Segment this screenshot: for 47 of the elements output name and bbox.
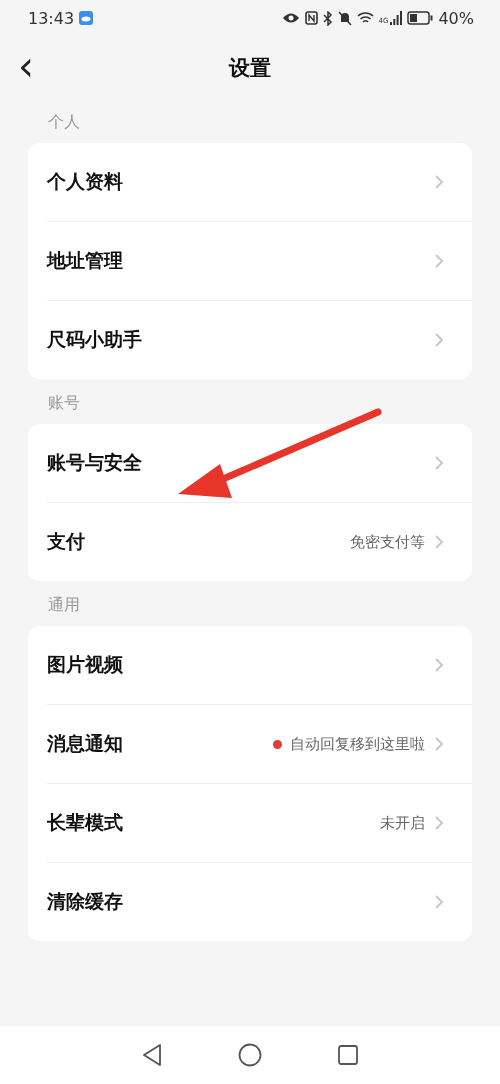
chevron-icon (435, 333, 444, 347)
settings-row[interactable]: 尺码小助手 (47, 301, 472, 379)
row-label: 消息通知 (47, 731, 124, 756)
row-label: 支付 (47, 529, 86, 554)
settings-row[interactable]: 消息通知 自动回复移到这里啦 (47, 705, 472, 784)
section-label: 个人 (48, 112, 80, 131)
settings-row[interactable]: 图片视频 (47, 626, 472, 705)
back-button[interactable]: ‹ (12, 48, 40, 84)
bluetooth-icon (322, 10, 333, 26)
section-label: 通用 (48, 595, 80, 614)
row-value: 未开启 (380, 813, 425, 833)
signal-icon (390, 11, 403, 25)
back-nav-button[interactable] (142, 1044, 162, 1066)
chevron-icon (435, 175, 444, 189)
chevron-icon (435, 535, 444, 549)
row-value: 自动回复移到这里啦 (290, 734, 425, 754)
row-value: 免密支付等 (350, 532, 425, 552)
recents-button[interactable] (338, 1045, 358, 1065)
settings-row[interactable]: 个人资料 (47, 143, 472, 222)
settings-row[interactable]: 清除缓存 (47, 863, 472, 941)
battery-percent: 40% (438, 8, 474, 28)
chevron-icon (435, 456, 444, 470)
cloud-icon (79, 11, 94, 25)
settings-row[interactable]: 地址管理 (47, 222, 472, 301)
row-label: 长辈模式 (47, 810, 124, 835)
chevron-icon (435, 816, 444, 830)
settings-row[interactable]: 长辈模式 未开启 (47, 784, 472, 863)
row-label: 图片视频 (47, 652, 124, 677)
section-label: 账号 (48, 393, 80, 412)
chevron-icon (435, 658, 444, 672)
row-label: 地址管理 (47, 248, 124, 273)
chevron-icon (435, 737, 444, 751)
row-label: 尺码小助手 (47, 327, 143, 352)
clock-time: 13:43 (28, 8, 75, 28)
settings-row[interactable]: 支付 免密支付等 (47, 503, 472, 581)
row-label: 账号与安全 (47, 450, 143, 475)
page-title: 设置 (229, 55, 271, 82)
row-label: 个人资料 (47, 169, 124, 194)
chevron-icon (435, 895, 444, 909)
wifi-icon (356, 11, 374, 25)
chevron-icon (435, 254, 444, 268)
eye-icon (281, 12, 300, 24)
row-label: 清除缓存 (47, 889, 124, 914)
battery-icon (407, 11, 434, 25)
home-button[interactable] (238, 1043, 262, 1067)
mute-bell-icon (337, 10, 352, 26)
nfc-icon (304, 11, 318, 25)
